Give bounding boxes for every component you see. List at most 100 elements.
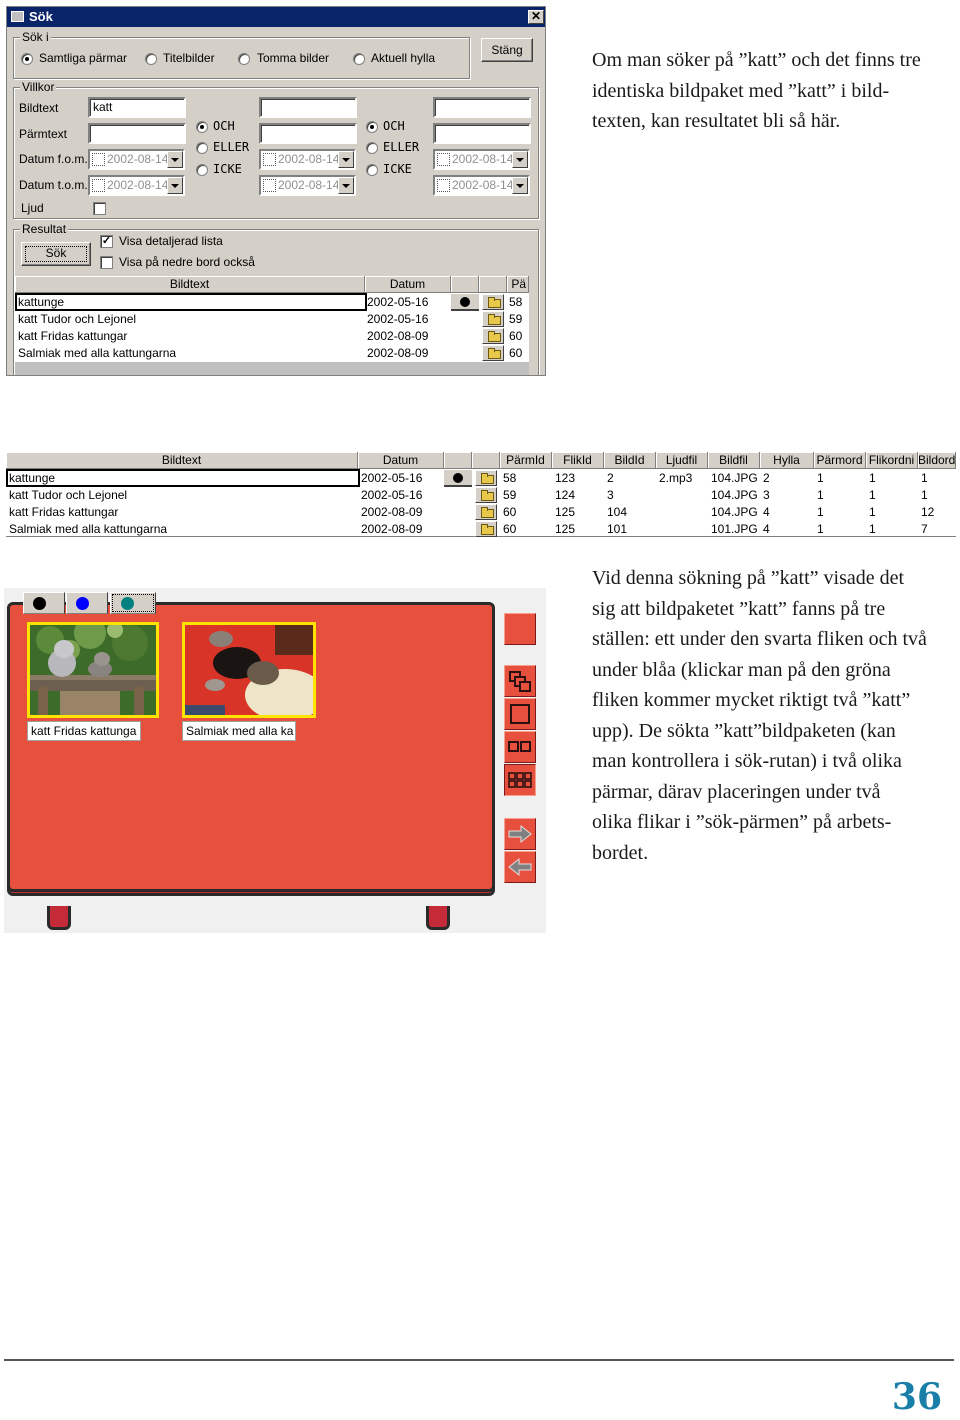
cell-parmid[interactable]: 60 xyxy=(503,504,551,521)
logic2-icke-radio[interactable] xyxy=(366,164,378,176)
cell-parmord[interactable]: 1 xyxy=(817,487,865,504)
cell-bildord[interactable]: 1 xyxy=(921,487,955,504)
cell-bildfil[interactable]: 104.JPG xyxy=(711,504,759,521)
date-to-picker-3[interactable]: 2002-08-14 xyxy=(433,175,530,196)
parmtext-input-3[interactable] xyxy=(433,123,531,144)
cell-datum[interactable]: 2002-05-16 xyxy=(361,487,443,504)
single-view-button[interactable] xyxy=(504,698,536,730)
bildtext-input-1[interactable]: katt xyxy=(88,97,186,118)
cell-hylla[interactable]: 2 xyxy=(763,470,813,487)
date-to-checkbox-1[interactable] xyxy=(92,179,105,192)
cell-bildid[interactable]: 2 xyxy=(607,470,655,487)
cell-bildord[interactable]: 12 xyxy=(921,504,955,521)
cell-pa[interactable]: 59 xyxy=(509,311,529,328)
col-header-bildtext[interactable]: Bildtext xyxy=(6,452,358,469)
parmtext-input-2[interactable] xyxy=(259,123,357,144)
date-to-checkbox-2[interactable] xyxy=(263,179,276,192)
cell-bildfil[interactable]: 101.JPG xyxy=(711,521,759,538)
cell-flikordni[interactable]: 1 xyxy=(869,504,917,521)
tab-teal[interactable] xyxy=(110,592,156,614)
cell-bildtext[interactable]: katt Fridas kattungar xyxy=(18,328,358,345)
cell-bildtext[interactable]: kattunge xyxy=(9,470,357,487)
cell-bildtext[interactable]: katt Tudor och Lejonel xyxy=(9,487,357,504)
date-from-picker-1[interactable]: 2002-08-14 xyxy=(88,149,185,170)
dot-marker-icon[interactable] xyxy=(444,470,472,487)
cell-parmord[interactable]: 1 xyxy=(817,521,865,538)
dialog-titlebar[interactable]: Sök ✕ xyxy=(7,7,545,27)
cell-bildid[interactable]: 3 xyxy=(607,487,655,504)
date-to-picker-2[interactable]: 2002-08-14 xyxy=(259,175,356,196)
col-header-folder[interactable] xyxy=(472,452,500,469)
cell-parmid[interactable]: 59 xyxy=(503,487,551,504)
col-header-parmid[interactable]: PärmId xyxy=(500,452,552,469)
date-from-checkbox-2[interactable] xyxy=(263,153,276,166)
col-header-bildtext[interactable]: Bildtext xyxy=(15,276,365,293)
dot-marker-icon[interactable] xyxy=(451,294,479,311)
cell-flikordni[interactable]: 1 xyxy=(869,487,917,504)
col-header-dot[interactable] xyxy=(444,452,472,469)
cell-bildtext[interactable]: Salmiak med alla kattungarna xyxy=(9,521,357,538)
show-detailed-checkbox[interactable]: ✓ xyxy=(100,235,113,248)
folder-open-icon[interactable] xyxy=(475,521,497,537)
col-header-flikid[interactable]: FlikId xyxy=(552,452,604,469)
folder-open-icon[interactable] xyxy=(475,504,497,520)
cell-hylla[interactable]: 3 xyxy=(763,487,813,504)
cell-bildord[interactable]: 1 xyxy=(921,470,955,487)
photo-thumbnail-1[interactable] xyxy=(27,622,159,718)
cell-parmord[interactable]: 1 xyxy=(817,504,865,521)
date-from-checkbox-3[interactable] xyxy=(437,153,450,166)
chevron-down-icon[interactable] xyxy=(512,151,528,168)
chevron-down-icon[interactable] xyxy=(167,177,183,194)
photo-caption-2[interactable]: Salmiak med alla ka xyxy=(182,721,296,741)
cell-bildtext[interactable]: Salmiak med alla kattungarna xyxy=(18,345,358,362)
col-header-pa[interactable]: Pä xyxy=(507,276,529,293)
cell-bildfil[interactable]: 104.JPG xyxy=(711,470,759,487)
folder-open-icon[interactable] xyxy=(482,345,504,361)
logic1-icke-radio[interactable] xyxy=(196,164,208,176)
photo-thumbnail-2[interactable] xyxy=(182,622,316,718)
tab-blue[interactable] xyxy=(66,592,108,614)
col-header-datum[interactable]: Datum xyxy=(365,276,451,293)
chevron-down-icon[interactable] xyxy=(338,177,354,194)
cell-ljudfil[interactable] xyxy=(659,487,707,504)
cell-pa[interactable]: 60 xyxy=(509,345,529,362)
cell-bildtext[interactable]: kattunge xyxy=(18,294,358,311)
cell-hylla[interactable]: 4 xyxy=(763,504,813,521)
cell-datum[interactable]: 2002-05-16 xyxy=(367,294,447,311)
cell-flikid[interactable]: 125 xyxy=(555,521,603,538)
previous-button[interactable] xyxy=(504,851,536,883)
folder-open-icon[interactable] xyxy=(482,311,504,327)
cell-flikid[interactable]: 123 xyxy=(555,470,603,487)
close-dialog-button[interactable]: Stäng xyxy=(481,38,533,62)
logic2-och-radio[interactable] xyxy=(366,121,378,133)
tab-black[interactable] xyxy=(23,592,65,614)
date-from-picker-2[interactable]: 2002-08-14 xyxy=(259,149,356,170)
logic1-eller-radio[interactable] xyxy=(196,142,208,154)
date-to-checkbox-3[interactable] xyxy=(437,179,450,192)
cell-flikid[interactable]: 124 xyxy=(555,487,603,504)
logic2-eller-radio[interactable] xyxy=(366,142,378,154)
cell-ljudfil[interactable] xyxy=(659,504,707,521)
cell-bildid[interactable]: 101 xyxy=(607,521,655,538)
cell-datum[interactable]: 2002-05-16 xyxy=(367,311,447,328)
chevron-down-icon[interactable] xyxy=(338,151,354,168)
chevron-down-icon[interactable] xyxy=(167,151,183,168)
two-up-view-button[interactable] xyxy=(504,731,536,763)
cell-datum[interactable]: 2002-08-09 xyxy=(367,328,447,345)
next-button[interactable] xyxy=(504,818,536,850)
cell-bildord[interactable]: 7 xyxy=(921,521,955,538)
red-square-button[interactable] xyxy=(504,613,536,645)
ljud-checkbox[interactable] xyxy=(93,202,106,215)
cell-pa[interactable]: 60 xyxy=(509,328,529,345)
col-header-hylla[interactable]: Hylla xyxy=(760,452,814,469)
col-header-bildord[interactable]: Bildord xyxy=(918,452,956,469)
radio-empty-images[interactable] xyxy=(238,53,250,65)
search-button[interactable]: Sök xyxy=(21,242,91,266)
cell-bildfil[interactable]: 104.JPG xyxy=(711,487,759,504)
folder-open-icon[interactable] xyxy=(482,294,504,310)
cell-parmid[interactable]: 60 xyxy=(503,521,551,538)
cell-bildid[interactable]: 104 xyxy=(607,504,655,521)
cell-datum[interactable]: 2002-05-16 xyxy=(361,470,443,487)
radio-all-binders[interactable] xyxy=(21,53,33,65)
bildtext-input-3[interactable] xyxy=(433,97,531,118)
